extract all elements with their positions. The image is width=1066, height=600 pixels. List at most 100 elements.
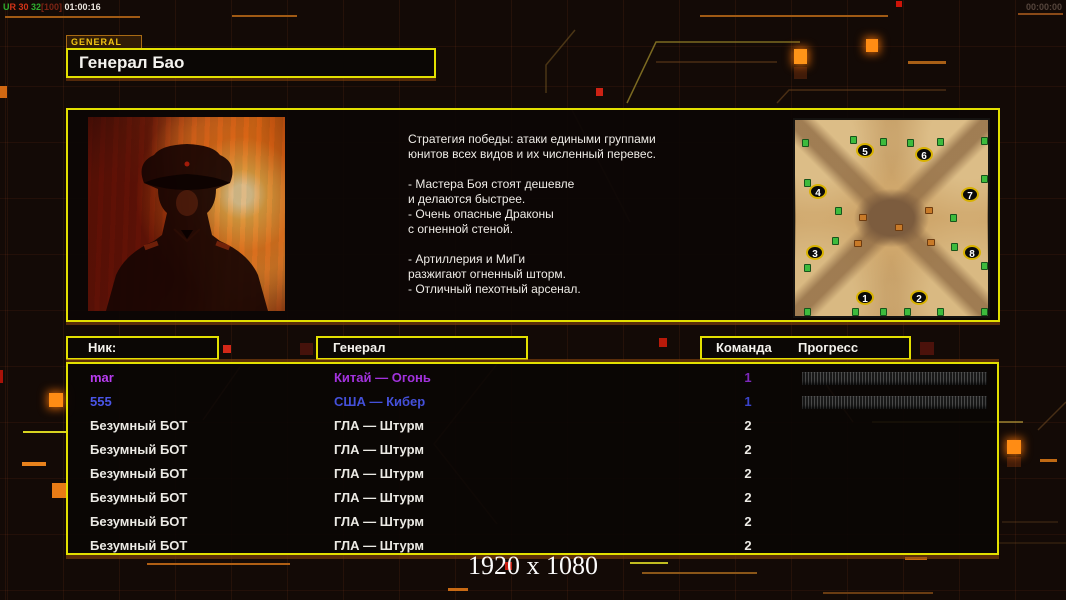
briefing-line [408,237,748,252]
player-name: Безумный БОТ [90,490,188,505]
strategy-briefing-text: Стратегия победы: атаки едиными группами… [408,132,748,297]
general-info-panel: Стратегия победы: атаки едиными группами… [66,108,1000,322]
supply-dot [804,264,811,272]
player-general: ГЛА — Штурм [334,442,424,457]
general-portrait [88,117,285,311]
players-table: mar Китай — Огонь 1 555 США — Кибер 1 Безумный… [66,362,999,555]
table-row: 555 США — Кибер 1 [68,391,997,415]
player-name: mar [90,370,114,385]
decor-square [52,483,67,498]
briefing-line [408,162,748,177]
briefing-line: юнитов всех видов и их численный перевес… [408,147,656,161]
start-position-marker: 7 [961,187,979,202]
supply-dot [850,136,857,144]
tab-general: GENERAL [66,35,142,49]
player-team: 2 [744,466,752,481]
tech-dot [925,207,933,214]
player-team: 2 [744,514,752,529]
decor-line [448,588,468,591]
decor-square [1007,457,1021,467]
decor-square [794,67,807,79]
tech-dot [859,214,867,221]
supply-dot [804,179,811,187]
supply-dot [832,237,839,245]
start-position-marker: 6 [915,147,933,162]
column-header-nick: Ник: [66,336,219,360]
player-name: Безумный БОТ [90,442,188,457]
decor-line [23,431,67,433]
decor-line [5,16,140,18]
briefing-line: разжигают огненный шторм. [408,267,566,281]
column-header-team: Команда [716,340,772,355]
decor-square [49,393,63,407]
status-segment: [100] [41,2,65,12]
start-position-marker: 4 [809,184,827,199]
loading-screen: UR 30 32[100] 01:00:16 00:00:00 GENERAL … [0,0,1066,600]
decor-line [22,462,46,466]
briefing-line: и делаются быстрее. [408,192,526,206]
briefing-line: с огненной стеной. [408,222,514,236]
table-row: Безумный БОТ ГЛА — Штурм 2 [68,415,997,439]
tech-dot [927,239,935,246]
start-position-marker: 5 [856,143,874,158]
page-title: Генерал Бао [79,53,185,72]
table-row: Безумный БОТ ГЛА — Штурм 2 [68,463,997,487]
decor-line [908,61,946,64]
player-name: Безумный БОТ [90,418,188,433]
player-general: Китай — Огонь [334,370,431,385]
briefing-line: - Очень опасные Драконы [408,207,554,221]
decor-square [223,345,231,353]
supply-dot [852,308,859,316]
supply-dot [880,138,887,146]
decor-square [0,370,3,383]
table-row: mar Китай — Огонь 1 [68,367,997,391]
player-general: ГЛА — Штурм [334,418,424,433]
decor-square [659,338,667,347]
decor-line [1018,13,1063,15]
supply-dot [804,308,811,316]
status-segment: 01:00:16 [64,2,101,12]
start-position-marker: 1 [856,290,874,305]
decor-square [596,88,603,96]
player-progress-bar [802,372,987,385]
supply-dot [835,207,842,215]
supply-dot [907,139,914,147]
supply-dot [802,139,809,147]
supply-dot [937,138,944,146]
decor-line [232,15,297,17]
supply-dot [981,308,988,316]
briefing-line: Стратегия победы: атаки едиными группами [408,132,656,146]
supply-dot [937,308,944,316]
column-header-progress: Прогресс [798,340,859,355]
status-segment: 32 [31,2,42,12]
resolution-label: 1920 x 1080 [468,551,598,580]
decor-line [823,592,933,594]
table-row: Безумный БОТ ГЛА — Штурм 2 [68,487,997,511]
decor-line [700,15,888,17]
column-header-team-progress: Команда Прогресс [700,336,911,360]
tech-dot [895,224,903,231]
decor-square [1007,440,1021,454]
supply-dot [981,262,988,270]
column-header-general: Генерал [316,336,528,360]
player-general: США — Кибер [334,394,426,409]
player-team: 2 [744,490,752,505]
supply-dot [951,243,958,251]
tech-dot [854,240,862,247]
player-general: ГЛА — Штурм [334,466,424,481]
decor-square [866,39,878,52]
briefing-line: - Мастера Боя стоят дешевле [408,177,575,191]
supply-dot [981,175,988,183]
supply-dot [904,308,911,316]
player-name: Безумный БОТ [90,466,188,481]
game-timer: 00:00:00 [1025,2,1062,12]
decor-square [300,343,313,355]
player-progress-bar [802,396,987,409]
map-preview: 1 2 3 4 5 6 7 8 [793,118,990,318]
player-team: 2 [744,442,752,457]
briefing-line: - Артиллерия и МиГи [408,252,526,266]
decor-square [920,342,934,355]
network-status-overlay: UR 30 32[100] 01:00:16 [3,2,101,12]
map-terrain [795,120,988,316]
supply-dot [950,214,957,222]
